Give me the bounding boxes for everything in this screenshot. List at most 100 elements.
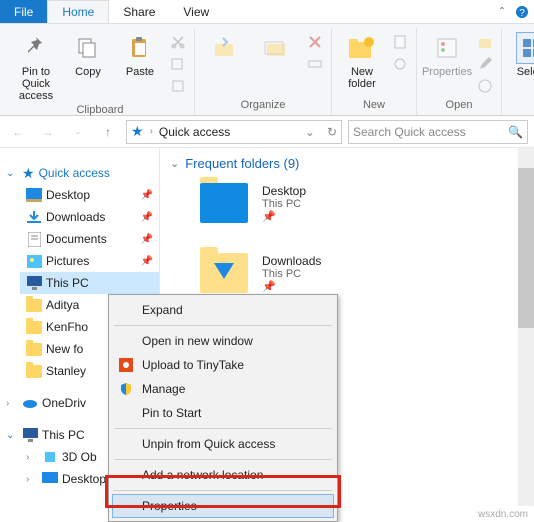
dropdown-icon[interactable]: ⌄ bbox=[305, 125, 315, 139]
ctx-open-new-window[interactable]: Open in new window bbox=[112, 329, 334, 353]
rename-icon bbox=[305, 54, 325, 74]
paste-button[interactable]: Paste bbox=[116, 28, 164, 78]
ctx-unpin-quick[interactable]: Unpin from Quick access bbox=[112, 432, 334, 456]
downloads-icon bbox=[26, 209, 42, 225]
select-icon bbox=[516, 32, 534, 64]
ribbon: Pin to Quick access Copy Paste Clipboard bbox=[0, 24, 534, 116]
chevron-right-icon: › bbox=[150, 126, 153, 137]
scrollbar[interactable] bbox=[518, 148, 534, 506]
pin-icon: 📌 bbox=[141, 234, 153, 245]
pin-icon: 📌 bbox=[262, 210, 306, 223]
new-folder-icon bbox=[346, 32, 378, 64]
ctx-pin-start[interactable]: Pin to Start bbox=[112, 401, 334, 425]
refresh-icon[interactable]: ↻ bbox=[327, 125, 337, 139]
tinytake-icon bbox=[118, 357, 134, 373]
help-icon[interactable]: ? bbox=[510, 0, 534, 23]
3d-icon bbox=[42, 449, 58, 465]
folder-item-downloads[interactable]: Downloads This PC 📌 bbox=[170, 253, 524, 293]
chevron-down-icon[interactable]: ⌄ bbox=[170, 157, 179, 170]
chevron-down-icon[interactable]: ⌄ bbox=[6, 430, 18, 441]
paste-icon bbox=[124, 32, 156, 64]
group-open: Properties Open bbox=[417, 28, 502, 115]
minimize-ribbon-icon[interactable]: ˆ bbox=[494, 0, 510, 23]
folder-icon bbox=[200, 183, 248, 223]
tree-documents[interactable]: Documents📌 bbox=[20, 228, 159, 250]
folder-icon bbox=[26, 321, 42, 334]
search-placeholder: Search Quick access bbox=[353, 125, 466, 139]
pc-icon bbox=[22, 427, 38, 443]
ctx-expand[interactable]: Expand bbox=[112, 298, 334, 322]
pin-icon: 📌 bbox=[141, 190, 153, 201]
forward-button: → bbox=[36, 120, 60, 144]
group-new: New folder New bbox=[332, 28, 417, 115]
recent-button: ⌄ bbox=[66, 120, 90, 144]
pictures-icon bbox=[26, 253, 42, 269]
new-folder-button[interactable]: New folder bbox=[338, 28, 386, 90]
svg-text:?: ? bbox=[519, 8, 525, 19]
chevron-right-icon[interactable]: › bbox=[26, 452, 38, 463]
tab-file[interactable]: File bbox=[0, 0, 47, 23]
select-button[interactable]: Select bbox=[508, 28, 534, 78]
search-box[interactable]: Search Quick access 🔍 bbox=[348, 120, 528, 144]
ctx-properties[interactable]: Properties bbox=[112, 494, 334, 518]
tree-pictures[interactable]: Pictures📌 bbox=[20, 250, 159, 272]
folder-icon bbox=[26, 343, 42, 356]
pin-icon: 📌 bbox=[141, 256, 153, 267]
scrollbar-thumb[interactable] bbox=[518, 168, 534, 328]
tree-desktop[interactable]: Desktop📌 bbox=[20, 184, 159, 206]
shield-icon bbox=[118, 381, 134, 397]
group-label-new: New bbox=[363, 97, 385, 115]
pin-to-quick-access-button[interactable]: Pin to Quick access bbox=[12, 28, 60, 102]
ribbon-tabs: File Home Share View ˆ ? bbox=[0, 0, 534, 24]
pin-icon: 📌 bbox=[262, 280, 321, 293]
folder-icon bbox=[26, 365, 42, 378]
tree-downloads[interactable]: Downloads📌 bbox=[20, 206, 159, 228]
section-header[interactable]: ⌄ Frequent folders (9) bbox=[170, 156, 524, 171]
new-item-icon bbox=[390, 32, 410, 52]
address-box[interactable]: ★ › Quick access ⌄ ↻ bbox=[126, 120, 342, 144]
ctx-upload-tinytake[interactable]: Upload to TinyTake bbox=[112, 353, 334, 377]
copy-path-icon bbox=[168, 54, 188, 74]
ctx-manage[interactable]: Manage bbox=[112, 377, 334, 401]
history-icon bbox=[475, 76, 495, 96]
folder-item-desktop[interactable]: Desktop This PC 📌 bbox=[170, 183, 524, 223]
tree-quick-access[interactable]: ⌄ ★ Quick access bbox=[0, 162, 159, 184]
group-label-organize: Organize bbox=[241, 97, 286, 115]
properties-icon bbox=[431, 32, 463, 64]
folder-icon bbox=[200, 253, 248, 293]
tab-home[interactable]: Home bbox=[47, 0, 109, 23]
up-button[interactable]: ↑ bbox=[96, 120, 120, 144]
open-icon bbox=[475, 32, 495, 52]
search-icon[interactable]: 🔍 bbox=[508, 125, 523, 139]
group-label-open: Open bbox=[446, 97, 473, 115]
ctx-add-network[interactable]: Add a network location bbox=[112, 463, 334, 487]
tab-view[interactable]: View bbox=[169, 0, 223, 23]
move-to-icon bbox=[209, 32, 241, 64]
quick-access-star-icon: ★ bbox=[131, 123, 144, 140]
copy-to-button bbox=[253, 28, 301, 64]
group-clipboard: Pin to Quick access Copy Paste Clipboard bbox=[6, 28, 195, 115]
chevron-down-icon[interactable]: ⌄ bbox=[6, 168, 18, 179]
address-bar: ← → ⌄ ↑ ★ › Quick access ⌄ ↻ Search Quic… bbox=[0, 116, 534, 148]
copy-to-icon bbox=[261, 32, 293, 64]
edit-icon bbox=[475, 54, 495, 74]
copy-button[interactable]: Copy bbox=[64, 28, 112, 78]
star-icon: ★ bbox=[22, 165, 35, 182]
pc-icon bbox=[26, 275, 42, 291]
copy-icon bbox=[72, 32, 104, 64]
back-button: ← bbox=[6, 120, 30, 144]
tab-share[interactable]: Share bbox=[109, 0, 169, 23]
address-text: Quick access bbox=[159, 125, 230, 139]
group-label-clipboard: Clipboard bbox=[76, 102, 123, 120]
move-to-button bbox=[201, 28, 249, 64]
chevron-right-icon[interactable]: › bbox=[6, 398, 18, 409]
desktop-icon bbox=[42, 471, 58, 487]
tree-this-pc[interactable]: This PC bbox=[20, 272, 159, 294]
onedrive-icon bbox=[22, 395, 38, 411]
easy-access-icon bbox=[390, 54, 410, 74]
context-menu: Expand Open in new window Upload to Tiny… bbox=[108, 294, 338, 522]
properties-button: Properties bbox=[423, 28, 471, 78]
chevron-right-icon[interactable]: › bbox=[26, 474, 38, 485]
desktop-icon bbox=[26, 187, 42, 203]
cut-icon bbox=[168, 32, 188, 52]
